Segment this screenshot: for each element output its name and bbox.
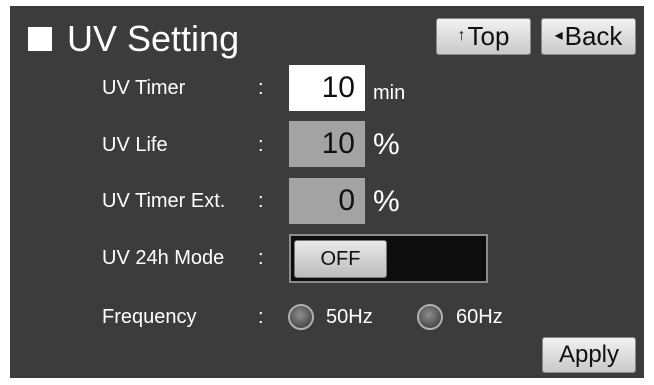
frequency-60hz-label: 60Hz	[456, 306, 503, 328]
uv-life-value: 10	[289, 121, 365, 167]
frequency-50hz-label: 50Hz	[326, 306, 373, 328]
frequency-50hz-radio[interactable]	[288, 304, 314, 330]
uv-timer-colon: :	[258, 77, 264, 99]
uv-timer-ext-colon: :	[258, 190, 264, 212]
uv-24h-mode-toggle[interactable]: OFF	[289, 234, 488, 283]
uv-timer-ext-unit: %	[373, 185, 400, 218]
uv-life-label: UV Life	[102, 134, 168, 156]
frequency-colon: :	[258, 306, 264, 328]
top-button-label: Top	[467, 21, 510, 51]
up-arrow-icon: ↑	[457, 27, 466, 45]
uv-timer-label: UV Timer	[102, 77, 186, 99]
uv-timer-unit: min	[373, 82, 406, 104]
uv-setting-panel: UV Setting ↑Top ◂Back UV Timer : 10 min …	[10, 6, 644, 378]
frequency-60hz-radio[interactable]	[417, 304, 443, 330]
page-title: UV Setting	[67, 18, 240, 59]
back-button-label: Back	[564, 21, 623, 51]
title-square-icon	[28, 27, 52, 51]
left-triangle-icon: ◂	[554, 27, 563, 45]
uv-timer-ext-value: 0	[289, 178, 365, 224]
uv-24h-mode-toggle-state[interactable]: OFF	[294, 240, 387, 278]
apply-button[interactable]: Apply	[542, 337, 636, 373]
uv-timer-input[interactable]: 10	[289, 65, 365, 111]
back-button[interactable]: ◂Back	[541, 18, 636, 55]
uv-timer-ext-label: UV Timer Ext.	[102, 190, 226, 212]
top-button[interactable]: ↑Top	[436, 18, 531, 55]
uv-24h-mode-colon: :	[258, 247, 264, 269]
uv-life-unit: %	[373, 128, 400, 161]
uv-24h-mode-label: UV 24h Mode	[102, 247, 225, 269]
frequency-label: Frequency	[102, 306, 197, 328]
uv-life-colon: :	[258, 134, 264, 156]
